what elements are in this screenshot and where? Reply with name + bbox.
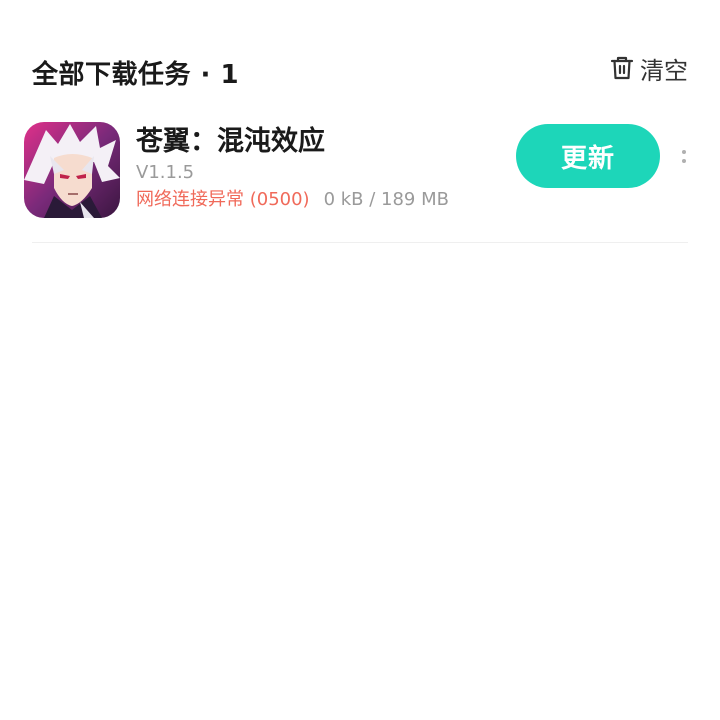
clear-button[interactable]: 清空 [610,51,688,86]
divider [32,242,688,243]
update-button[interactable]: 更新 [516,124,660,188]
download-tasks-page: 全部下载任务 · 1 清空 苍翼：混沌效应 V1.1.5 网络连接异常 (050… [0,0,720,720]
page-title: 全部下载任务 · 1 [32,59,240,90]
app-name: 苍翼：混沌效应 [136,126,325,157]
trash-icon [610,55,634,81]
download-size: 0 kB / 189 MB [323,189,449,210]
app-icon [24,122,120,218]
header: 全部下载任务 · 1 清空 [32,50,688,94]
more-dot [682,149,686,154]
download-task-item[interactable]: 苍翼：混沌效应 V1.1.5 网络连接异常 (0500) 0 kB / 189 M… [24,122,688,222]
app-version: V1.1.5 [136,162,195,183]
error-status: 网络连接异常 (0500) [136,189,310,210]
more-vertical-icon[interactable] [676,144,692,168]
clear-label: 清空 [640,56,688,85]
download-status: 网络连接异常 (0500) 0 kB / 189 MB [136,186,496,214]
app-info: 苍翼：混沌效应 V1.1.5 网络连接异常 (0500) 0 kB / 189 M… [136,124,496,214]
more-dot [682,158,686,163]
